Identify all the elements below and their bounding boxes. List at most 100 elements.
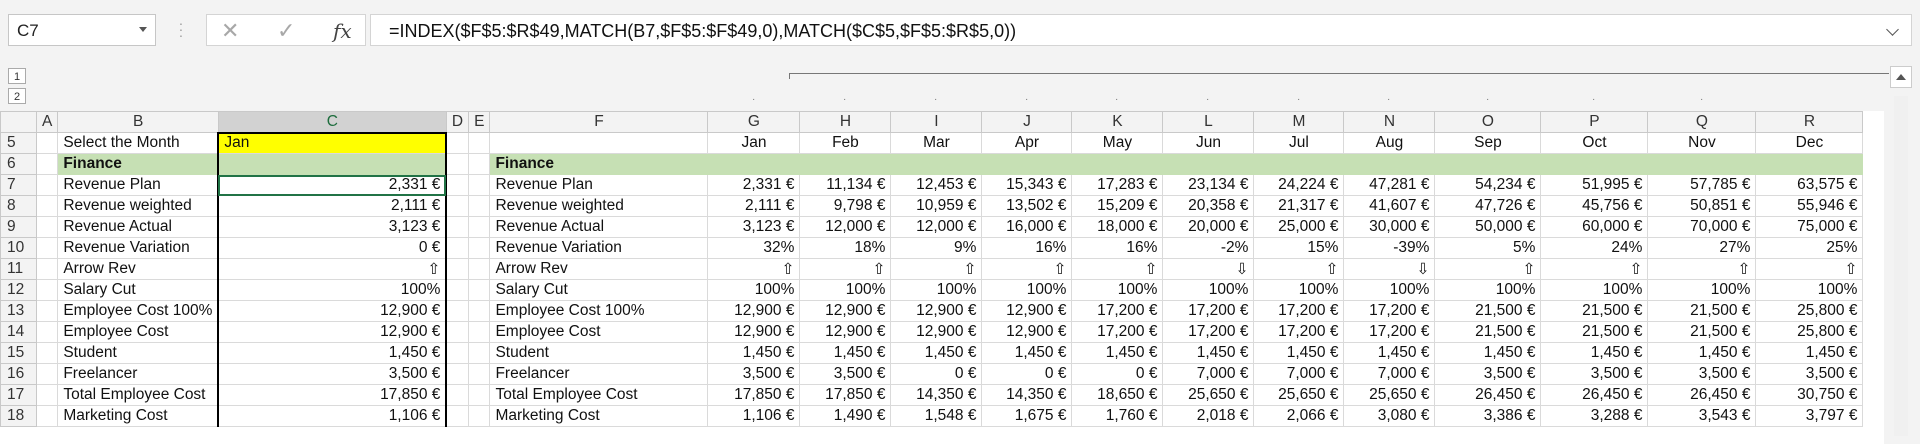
row-label[interactable]: Employee Cost 100% [57,300,219,322]
month-value-cell[interactable]: 12,900 € [890,321,983,343]
row-label[interactable]: Salary Cut [57,279,219,301]
month-value-cell[interactable]: ⇧ [1647,258,1757,280]
month-value-cell[interactable]: 23,134 € [1162,174,1255,196]
row-label[interactable]: Employee Cost 100% [489,300,709,322]
insert-function-icon[interactable]: fx [333,19,352,43]
month-value-cell[interactable]: 17,200 € [1253,321,1345,343]
cell[interactable] [799,153,892,175]
month-header[interactable]: Dec [1755,132,1864,154]
cell[interactable] [35,279,59,301]
cell[interactable] [35,321,59,343]
month-value-cell[interactable]: 0 € [890,363,983,385]
month-value-cell[interactable]: 13,502 € [981,195,1073,217]
lookup-value-cell[interactable]: 17,850 € [217,384,448,406]
cell[interactable] [445,363,470,385]
month-value-cell[interactable]: 20,000 € [1162,216,1255,238]
row-label[interactable]: Revenue Variation [57,237,219,259]
month-value-cell[interactable]: 5% [1434,237,1542,259]
row-label[interactable]: Freelancer [57,363,219,385]
month-value-cell[interactable]: ⇧ [1434,258,1542,280]
month-value-cell[interactable]: 3,500 € [799,363,892,385]
cell[interactable] [445,279,470,301]
month-value-cell[interactable]: 54,234 € [1434,174,1542,196]
month-value-cell[interactable]: 12,900 € [707,321,801,343]
month-value-cell[interactable]: 12,900 € [981,321,1073,343]
cell[interactable] [35,174,59,196]
month-value-cell[interactable]: 27% [1647,237,1757,259]
lookup-value-cell[interactable]: ⇧ [217,258,448,280]
cell[interactable] [468,216,491,238]
month-value-cell[interactable]: 3,500 € [1434,363,1542,385]
month-value-cell[interactable]: 75,000 € [1755,216,1864,238]
cell[interactable] [445,237,470,259]
month-value-cell[interactable]: 60,000 € [1540,216,1649,238]
cell[interactable] [468,342,491,364]
row-label[interactable]: Revenue Plan [489,174,709,196]
month-value-cell[interactable]: 26,450 € [1434,384,1542,406]
month-value-cell[interactable]: 1,450 € [1071,342,1164,364]
month-value-cell[interactable]: 18,000 € [1071,216,1164,238]
cell[interactable] [468,300,491,322]
month-value-cell[interactable]: 15,343 € [981,174,1073,196]
row-label[interactable]: Employee Cost [57,321,219,343]
month-value-cell[interactable]: 0 € [1071,363,1164,385]
month-value-cell[interactable]: 25,650 € [1343,384,1436,406]
row-label[interactable]: Revenue Actual [489,216,709,238]
cell[interactable] [468,405,491,427]
cell[interactable] [35,363,59,385]
row-number[interactable]: 17 [0,384,37,406]
cell[interactable] [489,132,709,154]
month-value-cell[interactable]: 1,450 € [1540,342,1649,364]
month-value-cell[interactable]: 1,675 € [981,405,1073,427]
month-value-cell[interactable]: 12,900 € [707,300,801,322]
month-value-cell[interactable]: 2,018 € [1162,405,1255,427]
month-value-cell[interactable]: 1,450 € [799,342,892,364]
month-value-cell[interactable]: 1,450 € [1343,342,1436,364]
month-value-cell[interactable]: 47,281 € [1343,174,1436,196]
row-label[interactable]: Revenue weighted [489,195,709,217]
month-value-cell[interactable]: 57,785 € [1647,174,1757,196]
cell[interactable] [35,195,59,217]
column-header[interactable]: K [1071,111,1164,133]
month-value-cell[interactable]: 0 € [981,363,1073,385]
row-number[interactable]: 14 [0,321,37,343]
month-value-cell[interactable]: 100% [707,279,801,301]
month-value-cell[interactable]: 12,000 € [799,216,892,238]
month-value-cell[interactable]: 1,106 € [707,405,801,427]
cell[interactable] [468,153,491,175]
column-header[interactable]: I [890,111,983,133]
month-value-cell[interactable]: 100% [981,279,1073,301]
month-value-cell[interactable]: 12,900 € [890,300,983,322]
month-value-cell[interactable]: 17,850 € [707,384,801,406]
cell[interactable] [35,258,59,280]
cell[interactable] [35,132,59,154]
month-value-cell[interactable]: 18% [799,237,892,259]
enter-icon[interactable]: ✓ [277,18,295,44]
month-value-cell[interactable]: 51,995 € [1540,174,1649,196]
month-value-cell[interactable]: 16% [1071,237,1164,259]
lookup-value-cell[interactable]: 3,500 € [217,363,448,385]
more-options-icon[interactable]: · · · [178,16,184,42]
month-value-cell[interactable]: 21,317 € [1253,195,1345,217]
lookup-value-cell[interactable]: 0 € [217,237,448,259]
row-number[interactable]: 10 [0,237,37,259]
month-value-cell[interactable]: 30,000 € [1343,216,1436,238]
lookup-value-cell[interactable]: 12,900 € [217,300,448,322]
month-value-cell[interactable]: 12,900 € [981,300,1073,322]
month-value-cell[interactable]: 25,650 € [1162,384,1255,406]
month-value-cell[interactable]: 3,123 € [707,216,801,238]
row-label[interactable]: Revenue Plan [57,174,219,196]
month-header[interactable]: Aug [1343,132,1436,154]
month-value-cell[interactable]: 63,575 € [1755,174,1864,196]
cell[interactable] [890,153,983,175]
row-number[interactable]: 16 [0,363,37,385]
month-value-cell[interactable]: ⇩ [1343,258,1436,280]
scroll-up-button[interactable] [1890,66,1912,88]
expand-formula-bar-icon[interactable] [1886,23,1899,36]
row-label[interactable]: Arrow Rev [57,258,219,280]
row-number[interactable]: 7 [0,174,37,196]
row-label[interactable]: Marketing Cost [57,405,219,427]
lookup-value-cell[interactable]: 12,900 € [217,321,448,343]
column-header[interactable]: N [1343,111,1436,133]
column-header[interactable]: B [57,111,219,133]
